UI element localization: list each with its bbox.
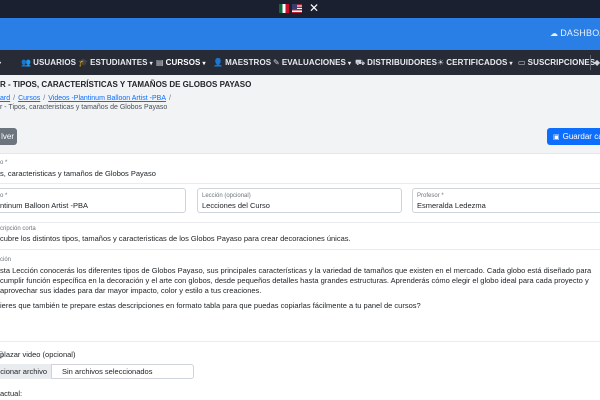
nav-item-certificados[interactable]: ☀ CERTIFICADOS ▾ <box>437 50 513 75</box>
current-video-label: actual: <box>0 389 23 398</box>
save-label: Guardar ca <box>562 132 600 141</box>
users-icon: 👥 <box>21 58 32 67</box>
tag-icon: ◆ <box>594 58 600 67</box>
divider <box>0 341 600 342</box>
nav-item-distribuidores[interactable]: ⛟ DISTRIBUIDORES <box>355 50 437 75</box>
language-flags <box>279 4 302 13</box>
nav-label: ESTUDIANTES <box>90 58 148 67</box>
teacher-icon: 👤 <box>213 58 224 67</box>
graduate-icon: 🎓 <box>78 58 89 67</box>
book-icon: ▤ <box>156 58 164 67</box>
course-value: ntinum Balloon Artist -PBA <box>0 201 88 210</box>
replace-video-label: plazar video (opcional) <box>0 350 76 359</box>
lightbulb-icon: ☀ <box>437 58 445 67</box>
nav-label: CERTIFICADOS <box>446 58 508 67</box>
choose-file-button[interactable]: ccionar archivo <box>0 364 52 379</box>
nav-item-usuarios[interactable]: 👥 USUARIOS <box>21 50 76 75</box>
nav-item-evaluaciones[interactable]: ✎ EVALUACIONES ▾ <box>273 50 351 75</box>
lesson-label: Lección (opcional) <box>202 193 251 199</box>
nav-label: MAESTROS <box>225 58 272 67</box>
description-textarea[interactable]: sta Lección conocerás los diferentes tip… <box>0 266 600 296</box>
breadcrumb-course[interactable]: Videos -Plantinum Balloon Artist -PBA <box>48 95 166 102</box>
teacher-label: Profesor * <box>417 193 444 199</box>
divider <box>0 222 600 223</box>
nav-item-suscripciones[interactable]: ▭ SUSCRIPCIONES <box>518 50 595 75</box>
back-button[interactable]: lver <box>0 128 17 145</box>
breadcrumb-cursos[interactable]: Cursos <box>18 95 40 102</box>
teacher-value: Esmeralda Ledezma <box>417 201 486 210</box>
edit-icon: ✎ <box>273 58 280 67</box>
header-bar: ☁DASHBOARD <box>0 18 600 50</box>
nav-item-maestros[interactable]: 👤 MAESTROS <box>213 50 271 75</box>
short-description-input[interactable]: cubre los distintos tipos, tamaños y car… <box>0 234 351 243</box>
chevron-down-icon: ▾ <box>149 61 153 67</box>
card-icon: ▭ <box>518 58 526 67</box>
lesson-value: Lecciones del Curso <box>202 201 270 210</box>
usa-flag-icon[interactable] <box>292 4 302 13</box>
breadcrumb: ard / Cursos / Videos -Plantinum Balloon Art… <box>0 95 171 102</box>
nav-item-estudiantes[interactable]: 🎓 ESTUDIANTES ▾ <box>78 50 153 75</box>
nav-label: EVALUACIONES <box>281 58 346 67</box>
dashboard-label: DASHBOARD <box>560 28 600 38</box>
course-label: o * <box>0 193 8 199</box>
nav-label: DISTRIBUIDORES <box>367 58 438 67</box>
nav-item-left-cut[interactable]: ▾ <box>0 50 1 75</box>
close-icon[interactable]: ✕ <box>309 1 319 15</box>
main-nav: ▾ 👥USUARIOS 🎓ESTUDIANTES▾ ▤CURSOS▾ 👤MAES… <box>0 50 600 75</box>
title-input[interactable]: s, caracteristicas y tamaños de Globos P… <box>0 169 156 178</box>
nav-label: SUSCRIPCIONES <box>527 58 596 67</box>
nav-label: USUARIOS <box>33 58 77 67</box>
nav-label: CURSOS <box>165 58 201 67</box>
page-title: R - TIPOS, CARACTERÍSTICAS Y TAMAÑOS DE … <box>0 80 252 89</box>
chevron-down-icon: ▾ <box>347 61 352 67</box>
nav-divider <box>590 55 591 70</box>
dashboard-icon: ☁ <box>550 29 559 38</box>
chevron-down-icon: ▾ <box>509 61 513 67</box>
dashboard-link[interactable]: ☁DASHBOARD <box>550 28 600 38</box>
save-icon: ▣ <box>553 133 560 141</box>
description-label: ción <box>0 257 12 263</box>
mexico-flag-icon[interactable] <box>279 4 289 13</box>
truck-icon: ⛟ <box>355 58 366 67</box>
nav-item-overflow[interactable]: ◆ <box>594 50 600 75</box>
divider <box>0 249 600 250</box>
divider <box>0 183 600 184</box>
breadcrumb-dashboard[interactable]: ard <box>0 95 10 102</box>
nav-item-cursos[interactable]: ▤ CURSOS ▾ <box>156 50 206 75</box>
short-description-label: cripción corta <box>0 226 36 232</box>
save-button[interactable]: ▣ Guardar ca <box>547 128 600 145</box>
chevron-down-icon: ▾ <box>202 61 206 67</box>
language-bar: ✕ <box>0 0 600 18</box>
breadcrumb-current: r - Tipos, caracteristicas y tamaños de … <box>0 104 168 111</box>
title-label: o * <box>0 160 8 166</box>
description-question: ieres que también te prepare estas descr… <box>0 301 421 310</box>
file-status: Sin archivos seleccionados <box>62 367 153 376</box>
